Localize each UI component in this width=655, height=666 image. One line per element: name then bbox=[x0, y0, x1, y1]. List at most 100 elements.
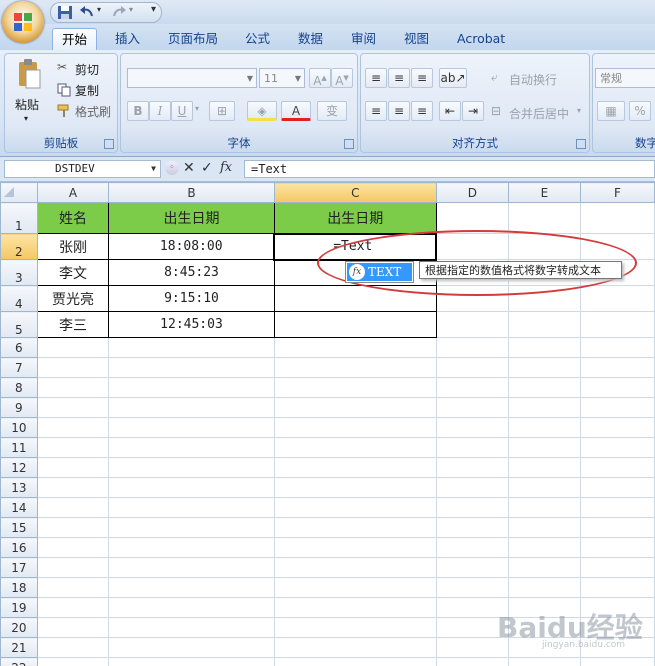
align-bottom-icon[interactable]: ≡ bbox=[411, 68, 433, 88]
cell[interactable] bbox=[36, 517, 110, 538]
table-cell[interactable]: 9:15:10 bbox=[108, 285, 275, 312]
underline-dropdown-icon[interactable]: ▾ bbox=[195, 104, 199, 113]
cell[interactable] bbox=[273, 557, 437, 578]
cell[interactable] bbox=[435, 311, 509, 338]
row-header[interactable]: 7 bbox=[0, 357, 38, 378]
cell[interactable] bbox=[579, 357, 655, 378]
bold-button[interactable]: B bbox=[127, 101, 149, 121]
row-header[interactable]: 1 bbox=[0, 202, 38, 234]
cell[interactable] bbox=[108, 417, 275, 438]
decrease-indent-icon[interactable]: ⇤ bbox=[439, 101, 461, 121]
cell[interactable] bbox=[108, 457, 275, 478]
table-cell[interactable]: 张刚 bbox=[36, 233, 110, 260]
cell[interactable] bbox=[435, 202, 509, 234]
cut-button[interactable]: ✂ 剪切 bbox=[57, 60, 115, 78]
row-header[interactable]: 19 bbox=[0, 597, 38, 618]
cell[interactable] bbox=[36, 477, 110, 498]
tab-insert[interactable]: 插入 bbox=[106, 28, 149, 50]
cell[interactable] bbox=[507, 311, 581, 338]
cell[interactable] bbox=[507, 557, 581, 578]
cell[interactable] bbox=[579, 477, 655, 498]
header-cell-birthdate-text[interactable]: 出生日期 bbox=[273, 202, 437, 234]
row-header[interactable]: 20 bbox=[0, 617, 38, 638]
cell[interactable] bbox=[435, 557, 509, 578]
row-header[interactable]: 18 bbox=[0, 577, 38, 598]
autocomplete-item-text[interactable]: fx TEXT bbox=[347, 263, 412, 281]
cell[interactable] bbox=[579, 517, 655, 538]
cell[interactable] bbox=[435, 517, 509, 538]
cell[interactable] bbox=[273, 637, 437, 658]
cell[interactable] bbox=[36, 637, 110, 658]
column-header-a[interactable]: A bbox=[36, 182, 110, 203]
cell[interactable] bbox=[507, 357, 581, 378]
header-cell-name[interactable]: 姓名 bbox=[36, 202, 110, 234]
cell[interactable] bbox=[36, 537, 110, 558]
cell[interactable] bbox=[579, 557, 655, 578]
row-header[interactable]: 13 bbox=[0, 477, 38, 498]
cell[interactable] bbox=[36, 457, 110, 478]
row-header[interactable]: 21 bbox=[0, 637, 38, 658]
cell[interactable] bbox=[36, 617, 110, 638]
align-middle-icon[interactable]: ≡ bbox=[388, 68, 410, 88]
number-format-combo[interactable]: 常规 bbox=[595, 68, 655, 88]
cell[interactable] bbox=[273, 497, 437, 518]
tab-data[interactable]: 数据 bbox=[289, 28, 332, 50]
cell[interactable] bbox=[579, 537, 655, 558]
cell[interactable] bbox=[273, 397, 437, 418]
tab-home[interactable]: 开始 bbox=[52, 28, 98, 51]
grow-font-icon[interactable]: A▲ bbox=[309, 68, 331, 88]
cell[interactable] bbox=[579, 457, 655, 478]
percent-button[interactable]: % bbox=[629, 101, 651, 121]
cell[interactable] bbox=[108, 437, 275, 458]
cell[interactable] bbox=[108, 557, 275, 578]
copy-button[interactable]: 复制 bbox=[57, 81, 115, 99]
cell[interactable] bbox=[273, 437, 437, 458]
cell[interactable] bbox=[108, 357, 275, 378]
fill-color-icon[interactable]: ◈ bbox=[247, 101, 277, 121]
cell[interactable] bbox=[435, 397, 509, 418]
cell[interactable] bbox=[108, 637, 275, 658]
cell[interactable] bbox=[435, 537, 509, 558]
insert-function-button[interactable]: fx bbox=[220, 160, 232, 175]
cell[interactable] bbox=[579, 337, 655, 358]
cell[interactable] bbox=[507, 477, 581, 498]
tab-view[interactable]: 视图 bbox=[395, 28, 438, 50]
table-cell[interactable]: 李三 bbox=[36, 311, 110, 338]
cell[interactable] bbox=[108, 477, 275, 498]
align-top-icon[interactable]: ≡ bbox=[365, 68, 387, 88]
increase-indent-icon[interactable]: ⇥ bbox=[462, 101, 484, 121]
format-painter-button[interactable]: 格式刷 bbox=[57, 102, 115, 120]
enter-icon[interactable]: ✓ bbox=[201, 160, 213, 176]
save-icon[interactable] bbox=[57, 5, 73, 20]
currency-icon[interactable]: ▦ bbox=[597, 101, 625, 121]
cell[interactable] bbox=[579, 437, 655, 458]
cell[interactable] bbox=[108, 537, 275, 558]
cell[interactable] bbox=[273, 537, 437, 558]
cell[interactable] bbox=[507, 577, 581, 598]
column-header-e[interactable]: E bbox=[507, 182, 581, 203]
cell[interactable] bbox=[108, 577, 275, 598]
shrink-font-icon[interactable]: A▼ bbox=[331, 68, 353, 88]
cell[interactable] bbox=[108, 617, 275, 638]
cell[interactable] bbox=[36, 437, 110, 458]
cell[interactable] bbox=[579, 397, 655, 418]
cell[interactable] bbox=[36, 577, 110, 598]
merge-center-button[interactable]: ⊟ 合并后居中 ▾ bbox=[491, 104, 587, 122]
cell[interactable] bbox=[273, 417, 437, 438]
cell[interactable] bbox=[36, 417, 110, 438]
cell[interactable] bbox=[108, 597, 275, 618]
row-header[interactable]: 17 bbox=[0, 557, 38, 578]
table-cell[interactable]: 李文 bbox=[36, 259, 110, 286]
tab-page-layout[interactable]: 页面布局 bbox=[159, 28, 227, 50]
table-cell[interactable]: 12:45:03 bbox=[108, 311, 275, 338]
undo-icon[interactable] bbox=[79, 5, 95, 20]
underline-button[interactable]: U bbox=[171, 101, 193, 121]
row-header[interactable]: 12 bbox=[0, 457, 38, 478]
font-name-combo[interactable]: ▼ bbox=[127, 68, 257, 88]
cell[interactable] bbox=[579, 577, 655, 598]
cell[interactable] bbox=[435, 577, 509, 598]
cancel-icon[interactable]: ✕ bbox=[183, 160, 195, 176]
office-button[interactable] bbox=[2, 1, 44, 43]
row-header[interactable]: 3 bbox=[0, 259, 38, 286]
row-header[interactable]: 5 bbox=[0, 311, 38, 338]
